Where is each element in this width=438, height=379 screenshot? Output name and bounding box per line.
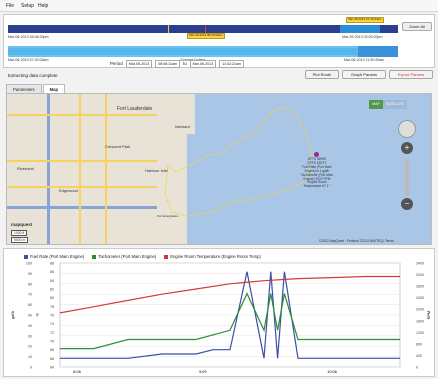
satellite-type-button[interactable]: SATELLITE <box>383 100 407 109</box>
y-tick-outer: 90 <box>28 272 32 276</box>
x-tick-label: 8:08 <box>73 370 80 374</box>
y-tick-inner: 88 <box>50 262 54 266</box>
y-axis-label-outer: gal/h <box>11 311 15 319</box>
scale-ft: 1000 ft <box>11 230 28 236</box>
scale-m: 5000 m <box>11 237 29 243</box>
zoomed-end-label: Mar-08-2013 11:30:20am <box>344 58 385 62</box>
timeline-flag-mid: Mar-08-2013 08:30:00am <box>187 33 225 39</box>
menu-help[interactable]: Help <box>38 3 48 9</box>
map-view[interactable]: Fort Lauderdale Isleward Crescent Park H… <box>6 93 432 245</box>
zoomed-start-label: Mar-08-2013 07:40:04am <box>8 58 49 62</box>
timeline-end-label: Mar-09-2013 02:00:20pm <box>342 35 383 39</box>
tab-parameters[interactable]: Parameters <box>6 84 42 93</box>
y-axis-label-inner: °F <box>36 312 40 317</box>
zoomed-timeline[interactable] <box>8 46 398 57</box>
y-tick-inner: 76 <box>50 314 54 318</box>
period-end-time[interactable]: 11:02:21am <box>219 59 244 68</box>
y-tick-outer: 80 <box>28 282 32 286</box>
y-tick-outer: 60 <box>28 303 32 307</box>
y-tick-inner: 66 <box>50 357 54 361</box>
tab-map[interactable]: Map <box>42 84 66 93</box>
y-tick-outer: 100 <box>26 262 32 266</box>
map-type-button[interactable]: MAP <box>369 100 383 109</box>
y-tick-right: 3200 <box>416 273 424 277</box>
y-tick-right: 1200 <box>416 331 424 335</box>
y-tick-inner: 70 <box>50 340 54 344</box>
y-tick-outer: 30 <box>28 334 32 338</box>
chart-plot[interactable]: 1009080706050403020100888684828078767472… <box>4 249 436 378</box>
y-tick-right: 2400 <box>416 296 424 300</box>
map-zoom-controls: + − <box>397 120 417 212</box>
timeline-marker-current <box>205 25 206 33</box>
y-axis-label-right: RPM <box>427 311 431 319</box>
overview-timeline[interactable] <box>8 25 398 33</box>
zoom-in-icon[interactable]: + <box>401 142 413 154</box>
y-tick-inner: 84 <box>50 279 54 283</box>
graph-params-button[interactable]: Graph Params <box>342 70 386 79</box>
mapquest-logo: mapquest <box>11 222 33 227</box>
y-tick-right: 3400 <box>416 262 424 266</box>
zoom-out-icon[interactable]: − <box>401 198 413 210</box>
x-tick-label: 10:08 <box>327 370 337 374</box>
period-to-label: to <box>183 61 187 66</box>
period-label: Period <box>110 61 123 66</box>
y-tick-inner: 80 <box>50 296 54 300</box>
y-tick-inner: 64 <box>50 366 54 370</box>
plot-route-button[interactable]: Plot Route <box>305 70 339 79</box>
timeline-marker <box>168 25 169 33</box>
period-start-date[interactable]: Mar-08-2013 <box>125 59 153 68</box>
period-row: Period Mar-08-2013 08:08:11am to Mar-08-… <box>110 59 244 68</box>
pan-control-icon[interactable] <box>398 120 416 138</box>
map-copyright: ©2013 MapQuest - Portions ©2013 NAVTEQ |… <box>319 239 394 243</box>
parameter-chart: Fuel Rate (Port Main Engine) Tachometer … <box>3 248 435 377</box>
y-tick-outer: 20 <box>28 345 32 349</box>
period-end-date[interactable]: Mar-08-2013 <box>189 59 217 68</box>
zoom-all-button[interactable]: Zoom All <box>402 22 432 31</box>
y-tick-outer: 50 <box>28 314 32 318</box>
y-tick-right: 400 <box>416 354 422 358</box>
menu-file[interactable]: File <box>6 3 14 9</box>
route-path <box>164 105 313 217</box>
y-tick-inner: 78 <box>50 305 54 309</box>
timeline-flag-top: Mar-08-2013 07:40:04am <box>346 17 384 23</box>
tab-bar: Parameters Map <box>6 84 66 93</box>
zoom-slider[interactable] <box>405 158 409 196</box>
period-start-time[interactable]: 08:08:11am <box>155 59 180 68</box>
overview-selection[interactable] <box>340 25 380 33</box>
y-tick-outer: 40 <box>28 324 32 328</box>
y-tick-right: 1600 <box>416 319 424 323</box>
y-tick-outer: 70 <box>28 293 32 297</box>
y-tick-right: 800 <box>416 342 422 346</box>
y-tick-right: 0 <box>416 366 418 370</box>
y-tick-inner: 72 <box>50 331 54 335</box>
x-tick-label: 9:09 <box>199 370 206 374</box>
y-tick-inner: 68 <box>50 348 54 352</box>
y-tick-outer: 0 <box>30 366 32 370</box>
y-tick-inner: 86 <box>50 270 54 274</box>
timeline-start-label: Mar-08-2013 05:46:20pm <box>8 35 49 39</box>
y-tick-right: 2000 <box>416 308 424 312</box>
map-info-popup: DFTS 5WHS DFTS 13DTY Fuel Rate (Port Mai… <box>300 157 334 189</box>
menu-setup[interactable]: Setup <box>21 3 34 9</box>
y-tick-inner: 74 <box>50 322 54 326</box>
export-params-button[interactable]: Export Params <box>389 70 433 79</box>
y-tick-right: 2800 <box>416 285 424 289</box>
y-tick-outer: 10 <box>28 355 32 359</box>
menu-bar: File Setup Help <box>0 0 438 12</box>
y-tick-inner: 82 <box>50 288 54 292</box>
status-text: Extracting data complete <box>8 73 58 78</box>
